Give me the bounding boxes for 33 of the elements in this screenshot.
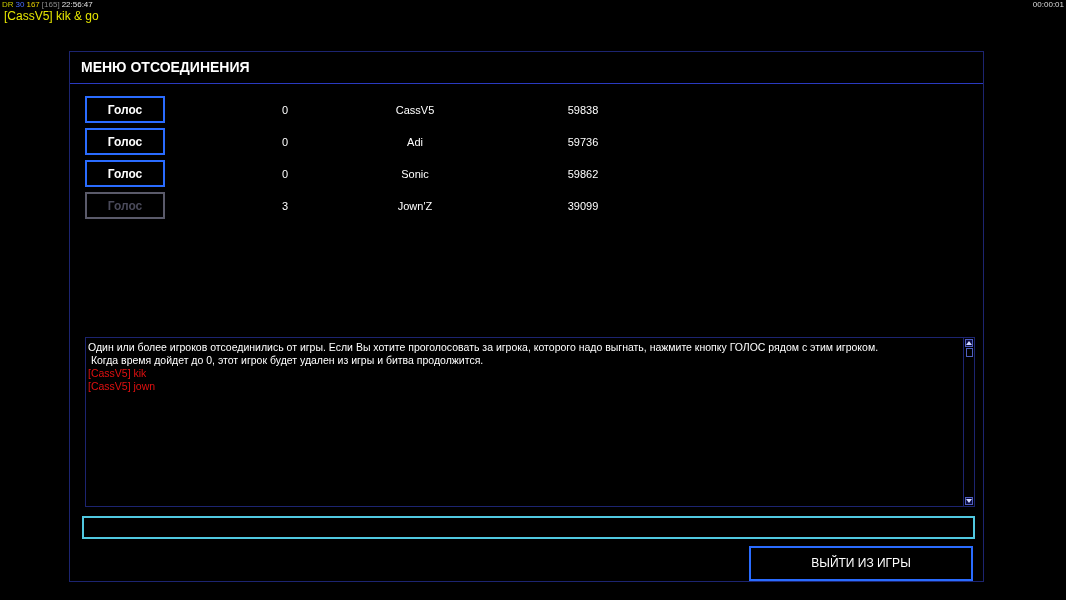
hud-stat: 30 bbox=[15, 0, 25, 9]
player-name: CassV5 bbox=[394, 103, 436, 116]
log-line: [CassV5] jown bbox=[88, 380, 157, 393]
hud-stat: 167 bbox=[26, 0, 40, 9]
chat-message: [CassV5] kik & go bbox=[3, 9, 100, 25]
vote-button[interactable]: Голос bbox=[85, 128, 165, 156]
player-score: 59862 bbox=[566, 167, 600, 180]
hud-stat: 22:56:47 bbox=[61, 0, 93, 9]
player-name: Sonic bbox=[400, 167, 430, 180]
hud-stat: DR bbox=[2, 0, 14, 9]
vote-count: 0 bbox=[282, 103, 290, 116]
vote-button[interactable]: Голос bbox=[85, 160, 165, 188]
player-name: Adi bbox=[406, 135, 424, 148]
vote-count: 0 bbox=[282, 167, 290, 180]
vote-button[interactable]: Голос bbox=[85, 96, 165, 124]
log-line: Когда время дойдет до 0, этот игрок будет удален из игры и битва продолжится. bbox=[89, 354, 485, 367]
scroll-thumb[interactable] bbox=[965, 348, 973, 357]
exit-game-button[interactable]: ВЫЙТИ ИЗ ИГРЫ bbox=[749, 546, 973, 581]
hud-stat: [165] bbox=[41, 0, 60, 9]
panel-title: МЕНЮ ОТСОЕДИНЕНИЯ bbox=[81, 59, 250, 76]
player-score: 39099 bbox=[566, 199, 600, 212]
scroll-down-icon[interactable] bbox=[965, 497, 973, 506]
scroll-up-icon[interactable] bbox=[965, 339, 973, 347]
player-name: Jown'Z bbox=[396, 199, 434, 212]
game-clock: 00:00:01 bbox=[1032, 0, 1064, 9]
vote-count: 0 bbox=[282, 135, 290, 148]
player-score: 59838 bbox=[566, 103, 600, 116]
scrollbar[interactable] bbox=[963, 338, 974, 507]
log-line: Один или более игроков отсоединились от игры. Если Вы хотите проголосовать за игрока, которого надо выгнать, нажмите кнопку ГОЛОС рядом с этим игроком. bbox=[88, 341, 880, 354]
chat-input-field[interactable] bbox=[82, 516, 975, 539]
player-score: 59736 bbox=[566, 135, 600, 148]
log-line: [CassV5] kik bbox=[88, 367, 148, 380]
vote-count: 3 bbox=[282, 199, 290, 212]
